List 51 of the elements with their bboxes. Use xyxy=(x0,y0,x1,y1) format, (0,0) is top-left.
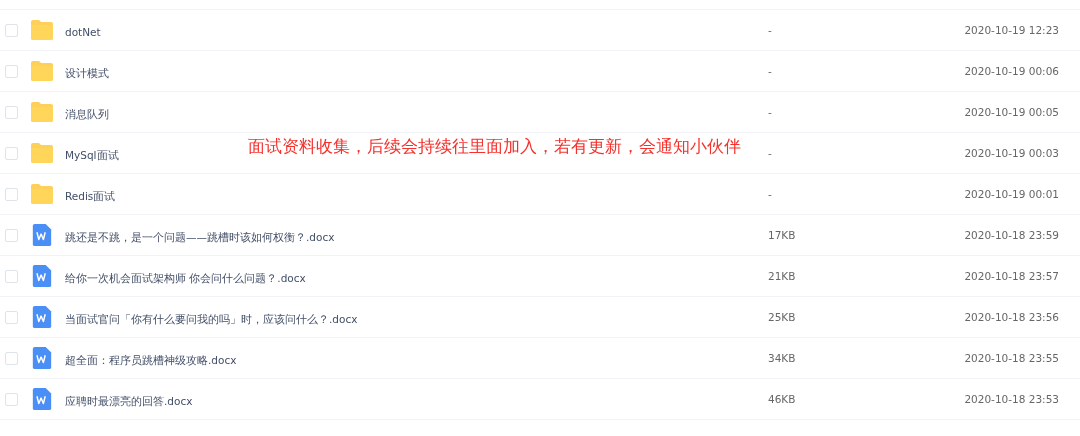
annotation-text: 面试资料收集，后续会持续往里面加入，若有更新，会通知小伙伴 xyxy=(248,135,741,158)
checkbox[interactable] xyxy=(5,187,18,201)
file-name[interactable]: MySql面试 xyxy=(65,148,119,161)
folder-icon xyxy=(30,183,54,205)
modified-date: 2020-10-18 23:59 xyxy=(964,229,1059,241)
file-name[interactable]: 设计模式 xyxy=(65,66,109,79)
word-document-icon xyxy=(30,388,54,410)
file-size: 46KB xyxy=(768,393,797,405)
file-size: 25KB xyxy=(768,311,797,323)
checkbox[interactable] xyxy=(5,146,18,160)
file-name[interactable]: 跳还是不跳，是一个问题——跳槽时该如何权衡？.docx xyxy=(65,230,335,243)
checkbox[interactable] xyxy=(5,351,18,365)
modified-date: 2020-10-19 00:03 xyxy=(964,147,1059,159)
modified-date: 2020-10-18 23:57 xyxy=(964,270,1059,282)
word-document-icon xyxy=(30,224,54,246)
checkbox[interactable] xyxy=(5,64,18,78)
modified-date: 2020-10-19 00:06 xyxy=(964,65,1059,77)
file-name[interactable]: Redis面试 xyxy=(65,189,116,202)
checkbox[interactable] xyxy=(5,105,18,119)
modified-date: 2020-10-19 00:05 xyxy=(964,106,1059,118)
file-name[interactable]: 超全面：程序员跳槽神级攻略.docx xyxy=(65,353,237,366)
modified-date: 2020-10-18 23:56 xyxy=(964,311,1059,323)
checkbox[interactable] xyxy=(5,23,18,37)
word-document-icon xyxy=(30,265,54,287)
folder-icon xyxy=(30,101,54,123)
file-size: - xyxy=(768,106,773,118)
folder-icon xyxy=(30,60,54,82)
modified-date: 2020-10-19 00:01 xyxy=(964,188,1059,200)
word-document-icon xyxy=(30,306,54,328)
word-document-icon xyxy=(30,347,54,369)
file-size: - xyxy=(768,147,773,159)
file-size: - xyxy=(768,65,773,77)
modified-date: 2020-10-18 23:53 xyxy=(964,393,1059,405)
file-name[interactable]: 给你一次机会面试架构师 你会问什么问题？.docx xyxy=(65,271,306,284)
checkbox[interactable] xyxy=(5,392,18,406)
modified-date: 2020-10-18 23:55 xyxy=(964,352,1059,364)
file-size: 21KB xyxy=(768,270,797,282)
file-name[interactable]: 当面试官问「你有什么要问我的吗」时，应该问什么？.docx xyxy=(65,312,358,325)
file-size: 17KB xyxy=(768,229,797,241)
file-size: - xyxy=(768,188,773,200)
file-size: 34KB xyxy=(768,352,797,364)
checkbox[interactable] xyxy=(5,269,18,283)
folder-icon xyxy=(30,142,54,164)
checkbox[interactable] xyxy=(5,310,18,324)
checkbox[interactable] xyxy=(5,228,18,242)
file-name[interactable]: 应聘时最漂亮的回答.docx xyxy=(65,394,193,407)
file-name[interactable]: 消息队列 xyxy=(65,107,109,120)
file-size: - xyxy=(768,24,773,36)
folder-icon xyxy=(30,19,54,41)
modified-date: 2020-10-19 12:23 xyxy=(964,24,1059,36)
file-name[interactable]: dotNet xyxy=(65,25,101,38)
